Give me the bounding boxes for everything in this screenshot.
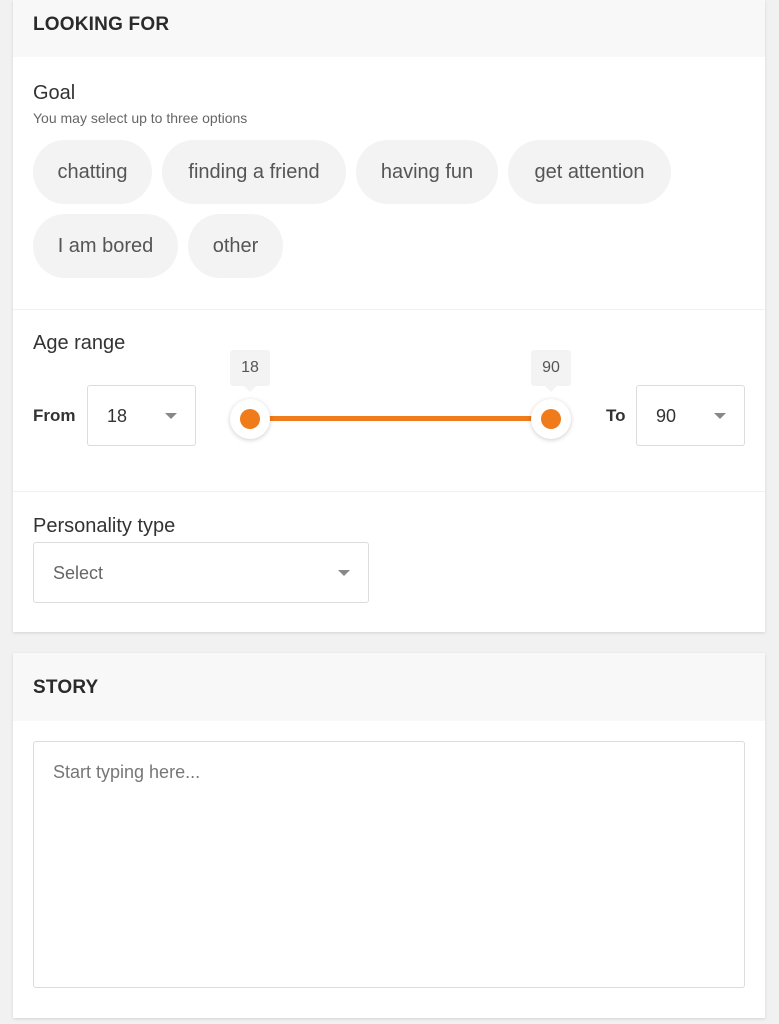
age-range-label: Age range [33, 332, 126, 354]
age-from-select[interactable]: 18 [87, 385, 196, 446]
age-slider-track[interactable] [250, 416, 551, 421]
age-to-value: 90 [656, 406, 677, 426]
looking-for-title: LOOKING FOR [33, 14, 170, 35]
goal-chip-get-attention[interactable]: get attention [508, 140, 671, 204]
personality-label: Personality type [33, 515, 176, 537]
chevron-down-icon [714, 413, 726, 419]
story-title: STORY [33, 677, 99, 698]
slider-max-tooltip: 90 [531, 350, 571, 392]
handle-dot [541, 409, 561, 429]
chevron-down-icon [338, 570, 350, 576]
chevron-down-icon [165, 413, 177, 419]
goal-hint: You may select up to three options [33, 110, 248, 126]
age-to-select[interactable]: 90 [636, 385, 745, 446]
story-card: STORY Start typing here... [13, 653, 765, 1018]
slider-min-tooltip: 18 [230, 350, 270, 392]
personality-placeholder: Select [53, 563, 104, 583]
age-slider-min-handle[interactable] [230, 399, 270, 439]
personality-select[interactable]: Select [33, 542, 369, 603]
goal-chip-other[interactable]: other [188, 214, 283, 278]
story-textarea[interactable]: Start typing here... [33, 741, 745, 988]
from-label: From [33, 406, 76, 425]
age-slider-max-handle[interactable] [531, 399, 571, 439]
divider [13, 491, 765, 492]
divider [13, 309, 765, 310]
looking-for-header: LOOKING FOR [13, 0, 765, 57]
goal-chip-i-am-bored[interactable]: I am bored [33, 214, 178, 278]
story-header: STORY [13, 653, 765, 721]
to-label: To [606, 406, 626, 425]
goal-label: Goal [33, 82, 76, 104]
goal-chip-having-fun[interactable]: having fun [356, 140, 498, 204]
handle-dot [240, 409, 260, 429]
goal-chip-chatting[interactable]: chatting [33, 140, 152, 204]
looking-for-card: LOOKING FOR Goal You may select up to th… [13, 0, 765, 632]
goal-chip-finding-a-friend[interactable]: finding a friend [162, 140, 346, 204]
age-from-value: 18 [107, 406, 128, 426]
story-placeholder: Start typing here... [53, 762, 201, 782]
